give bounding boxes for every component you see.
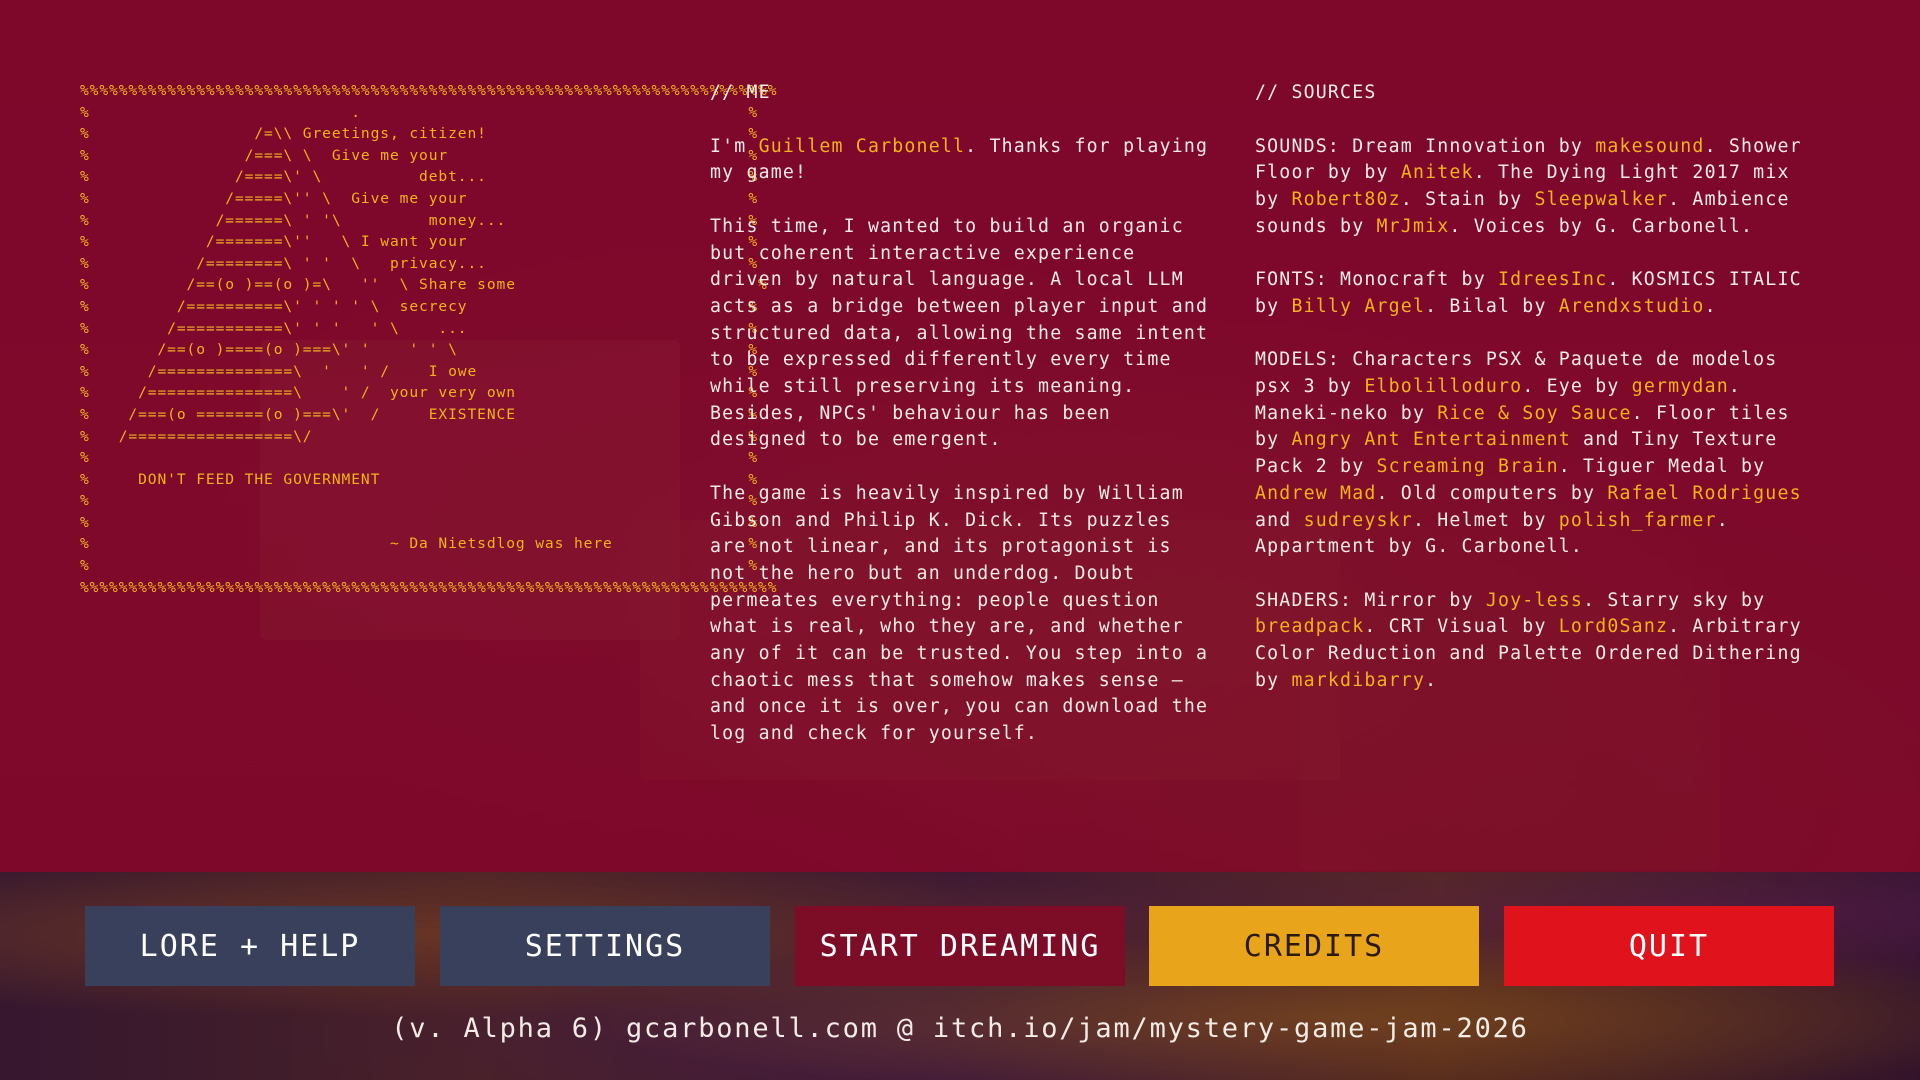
shaders-text: . Starry sky by [1583, 589, 1766, 611]
version-footer: (v. Alpha 6) gcarbonell.com @ itch.io/ja… [391, 1013, 1529, 1044]
source-link-arendxstudio[interactable]: Arendxstudio [1559, 296, 1705, 317]
intro-text: I'm [710, 135, 759, 157]
ascii-art-pyramid: %%%%%%%%%%%%%%%%%%%%%%%%%%%%%%%%%%%%%%%%… [80, 82, 778, 596]
sources-column: // SOURCES SOUNDS: Dream Innovation by m… [1255, 80, 1815, 721]
source-link-anitek[interactable]: Anitek [1401, 162, 1474, 183]
source-link-germydan[interactable]: germydan [1632, 376, 1729, 397]
models-text: . Helmet by [1412, 509, 1559, 531]
about-me-heading: // ME [710, 82, 771, 103]
source-link-makesound[interactable]: makesound [1595, 136, 1704, 157]
source-link-sleepwalker[interactable]: Sleepwalker [1534, 189, 1668, 210]
source-link-angry-ant[interactable]: Angry Ant Entertainment [1291, 429, 1570, 450]
fonts-text: FONTS: Monocraft by [1255, 269, 1498, 291]
source-link-rice-soy-sauce[interactable]: Rice & Soy Sauce [1437, 403, 1631, 424]
start-dreaming-button[interactable]: START DREAMING [795, 906, 1125, 986]
source-link-elbolilloduro[interactable]: Elbolilloduro [1364, 376, 1522, 397]
fonts-text: . [1704, 295, 1717, 317]
quit-button[interactable]: QUIT [1504, 906, 1834, 986]
source-link-joy-less[interactable]: Joy-less [1486, 590, 1583, 611]
sources-fonts: FONTS: Monocraft by IdreesInc. KOSMICS I… [1255, 267, 1815, 320]
source-link-andrew-mad[interactable]: Andrew Mad [1255, 483, 1377, 504]
source-link-mrjmix[interactable]: MrJmix [1377, 216, 1450, 237]
sounds-text: . Stain by [1400, 189, 1535, 211]
sounds-text: SOUNDS: Dream Innovation by [1255, 135, 1596, 157]
models-text: and [1255, 509, 1304, 531]
source-link-sudreyskr[interactable]: sudreyskr [1304, 510, 1413, 531]
sources-heading: // SOURCES [1255, 82, 1377, 103]
source-link-breadpack[interactable]: breadpack [1255, 616, 1364, 637]
shaders-text: . [1425, 669, 1438, 691]
about-me-design-paragraph: This time, I wanted to build an organic … [710, 215, 1209, 451]
source-link-billy-argel[interactable]: Billy Argel [1291, 296, 1425, 317]
sources-sounds: SOUNDS: Dream Innovation by makesound . S… [1255, 134, 1815, 241]
source-link-screaming-brain[interactable]: Screaming Brain [1377, 456, 1559, 477]
shaders-text: SHADERS: Mirror by [1255, 589, 1486, 611]
settings-button[interactable]: SETTINGS [440, 906, 770, 986]
source-link-polish-farmer[interactable]: polish_farmer [1559, 510, 1717, 531]
models-text: . Eye by [1522, 376, 1632, 397]
about-me-inspiration-paragraph: The game is heavily inspired by William … [710, 482, 1209, 745]
fonts-text: . Bilal by [1425, 295, 1559, 317]
author-name-link[interactable]: Guillem Carbonell [759, 136, 966, 157]
credits-button[interactable]: CREDITS [1149, 906, 1479, 986]
about-me-intro: I'm Guillem Carbonell. Thanks for playin… [710, 134, 1210, 187]
source-link-robert80z[interactable]: Robert80z [1291, 189, 1400, 210]
sources-models: MODELS: Characters PSX & Paquete de mode… [1255, 347, 1815, 561]
sources-shaders: SHADERS: Mirror by Joy-less. Starry sky … [1255, 588, 1815, 695]
source-link-lord0sanz[interactable]: Lord0Sanz [1559, 616, 1668, 637]
source-link-idreesinc[interactable]: IdreesInc [1498, 269, 1607, 290]
about-me-column: // ME I'm Guillem Carbonell. Thanks for … [710, 80, 1210, 775]
sounds-text: . Voices by G. Carbonell. [1449, 215, 1754, 237]
shaders-text: . CRT Visual by [1364, 616, 1559, 638]
models-text: . Old computers by [1376, 482, 1608, 504]
source-link-rafael-rodrigues[interactable]: Rafael Rodrigues [1607, 483, 1801, 504]
models-text: . Tiguer Medal by [1558, 456, 1766, 478]
source-link-markdibarry[interactable]: markdibarry [1291, 670, 1425, 691]
main-menu: LORE + HELP SETTINGS START DREAMING CRED… [85, 906, 1835, 986]
lore-help-button[interactable]: LORE + HELP [85, 906, 415, 986]
